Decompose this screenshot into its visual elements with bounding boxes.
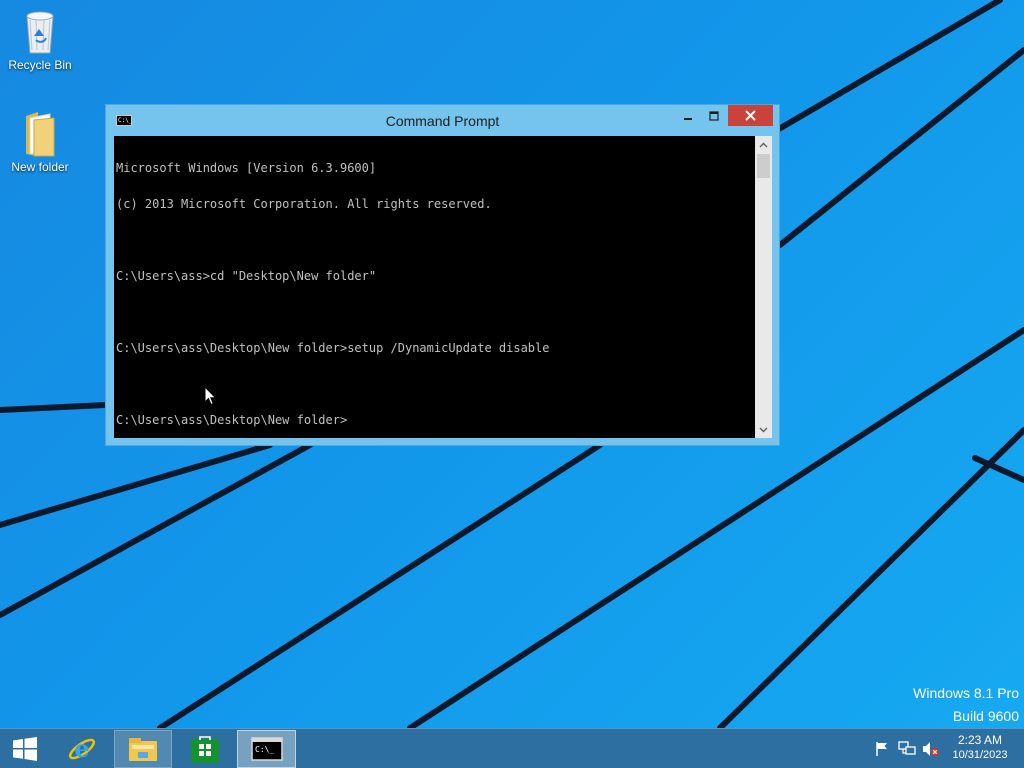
- scroll-down-button[interactable]: [755, 421, 772, 438]
- clock-time: 2:23 AM: [957, 733, 1003, 747]
- start-button[interactable]: [0, 730, 50, 768]
- console-prompt-line[interactable]: C:\Users\ass\Desktop\New folder>: [116, 414, 755, 426]
- maximize-button[interactable]: [701, 105, 727, 126]
- minimize-icon: [684, 117, 692, 120]
- maximize-icon: [709, 110, 719, 121]
- file-explorer-icon: [129, 738, 157, 761]
- console-line: C:\Users\ass\Desktop\New folder>setup /D…: [116, 341, 550, 355]
- folder-icon: [26, 112, 55, 157]
- clock-date: 10/31/2023: [952, 749, 1008, 761]
- store-icon: [191, 736, 219, 763]
- taskbar-internet-explorer[interactable]: e: [56, 730, 108, 768]
- command-prompt-icon-text: C:\_: [255, 745, 274, 754]
- chevron-down-icon: [759, 427, 768, 432]
- network-icon[interactable]: [898, 741, 916, 757]
- scrollbar-thumb[interactable]: [757, 154, 770, 178]
- desktop-icon-label: New folder: [11, 160, 69, 174]
- mouse-pointer-icon: [204, 386, 217, 406]
- action-center-flag-icon[interactable]: [874, 741, 890, 757]
- command-prompt-icon: C:\_: [250, 737, 283, 761]
- minimize-button[interactable]: [675, 105, 701, 126]
- desktop-icon-new-folder[interactable]: New folder: [0, 108, 80, 174]
- system-clock[interactable]: 2:23 AM 10/31/2023: [944, 733, 1016, 763]
- desktop-icon-label: Recycle Bin: [8, 58, 72, 72]
- internet-explorer-icon: e: [68, 734, 96, 763]
- taskbar-file-explorer[interactable]: [114, 730, 172, 768]
- windows-watermark: Windows 8.1 Pro Build 9600: [913, 682, 1019, 728]
- volume-muted-icon[interactable]: [922, 741, 940, 757]
- scroll-up-button[interactable]: [755, 136, 772, 153]
- taskbar-store[interactable]: [177, 730, 233, 768]
- desktop: Recycle Bin New folder Windows 8.1 Pro B…: [0, 0, 1024, 728]
- taskbar: e C:\_ 2:23 AM 10/31/2023: [0, 728, 1024, 768]
- vertical-scrollbar[interactable]: [755, 136, 772, 438]
- chevron-up-icon: [759, 142, 768, 147]
- windows-logo-icon: [13, 737, 37, 761]
- window-titlebar[interactable]: C:\_ Command Prompt: [106, 105, 779, 136]
- windows-build-text: Build 9600: [952, 708, 1019, 724]
- windows-edition-text: Windows 8.1 Pro: [913, 685, 1019, 701]
- close-button[interactable]: [728, 105, 773, 126]
- recycle-bin-icon: [26, 11, 54, 54]
- console-line: Microsoft Windows [Version 6.3.9600]: [116, 161, 377, 175]
- console-line: C:\Users\ass>cd "Desktop\New folder": [116, 269, 377, 283]
- taskbar-command-prompt[interactable]: C:\_: [237, 730, 296, 768]
- close-icon: [745, 110, 756, 121]
- desktop-icon-recycle-bin[interactable]: Recycle Bin: [0, 6, 80, 72]
- svg-text:e: e: [74, 734, 89, 763]
- console-line: (c) 2013 Microsoft Corporation. All righ…: [116, 197, 492, 211]
